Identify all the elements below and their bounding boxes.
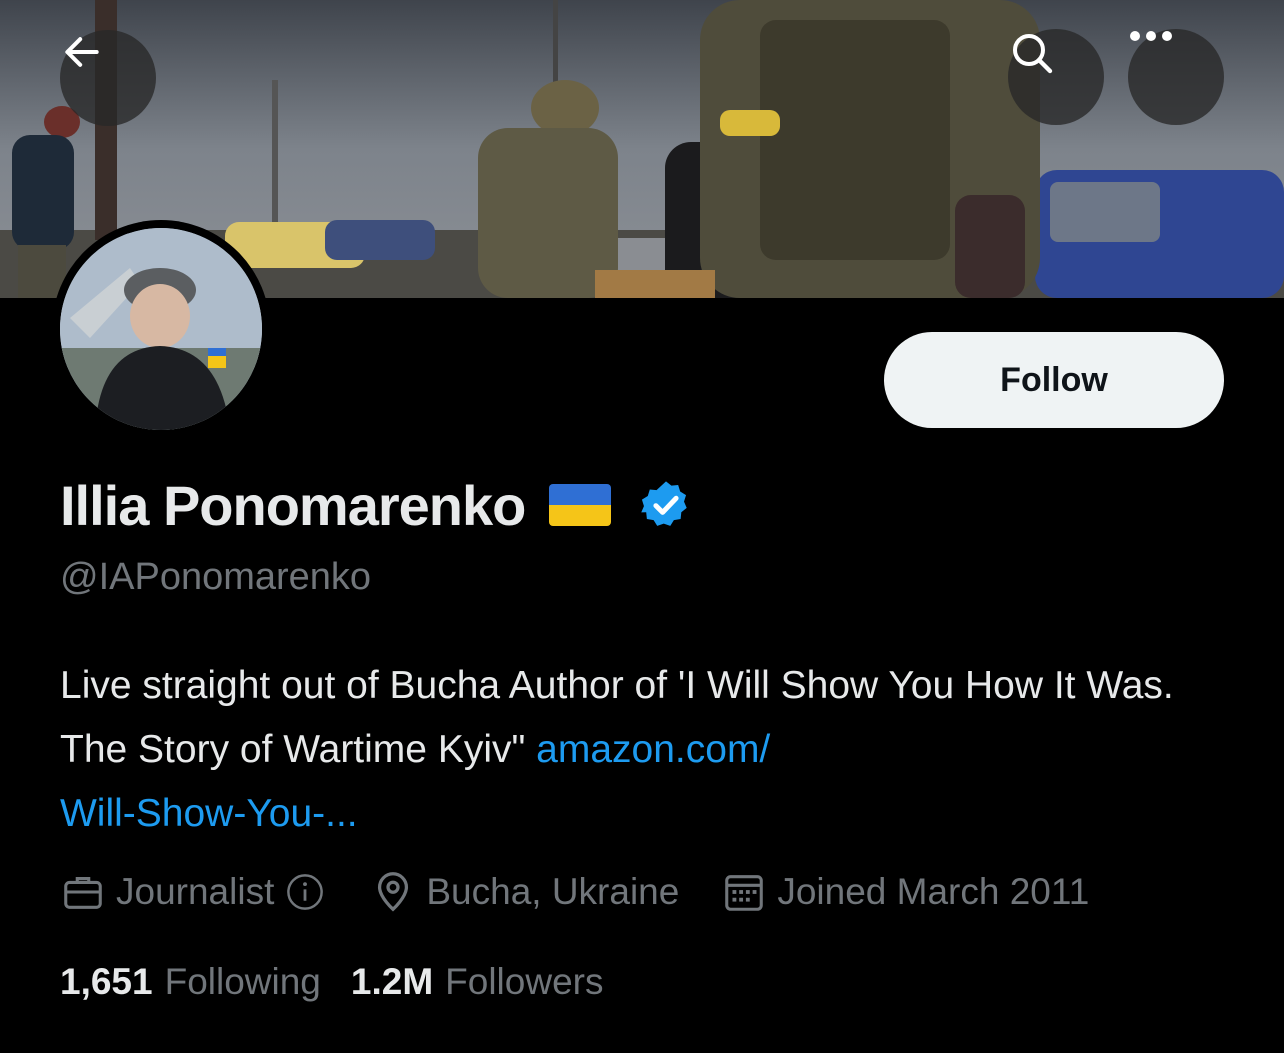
following-link[interactable]: 1,651 Following [60,961,321,1003]
profession-label: Journalist [116,871,275,912]
joined-label: Joined March 2011 [777,871,1090,912]
followers-link[interactable]: 1.2M Followers [351,961,604,1003]
followers-count: 1.2M [350,961,434,1002]
following-count: 1,651 [60,961,153,1002]
search-icon [1013,34,1053,74]
profile-name: Illia Ponomarenko [60,473,526,537]
avatar[interactable] [52,220,270,438]
location-item: Bucha, Ukraine [370,869,679,915]
location-label: Bucha, Ukraine [426,871,680,912]
profile-stats: 1,651 Following 1.2M Followers [60,954,603,1010]
follow-button[interactable]: Follow [884,332,1224,428]
profile-bio: Live straight out of Bucha Author of 'I … [60,654,1230,846]
following-label: Following [164,961,321,1002]
more-horizontal-icon [1130,31,1172,41]
profile-meta: Journalist Bucha, Ukraine Joined March 2… [60,864,1089,920]
profession-item: Journalist [60,869,326,915]
profile-handle: @IAPonomarenko [60,556,372,598]
info-icon[interactable] [284,871,326,913]
calendar-icon [725,875,764,911]
arrow-left-icon [65,37,99,67]
followers-label: Followers [445,961,604,1002]
profile-name-row: Illia Ponomarenko [60,470,693,540]
location-pin-icon [378,872,409,912]
back-button[interactable] [60,30,156,126]
ukraine-flag-icon [549,484,612,526]
verified-badge-icon[interactable] [639,478,693,532]
search-button[interactable] [1008,29,1104,125]
briefcase-icon [64,877,102,909]
joined-item: Joined March 2011 [721,869,1089,915]
avatar-photo [60,228,262,430]
more-button[interactable] [1128,29,1224,125]
